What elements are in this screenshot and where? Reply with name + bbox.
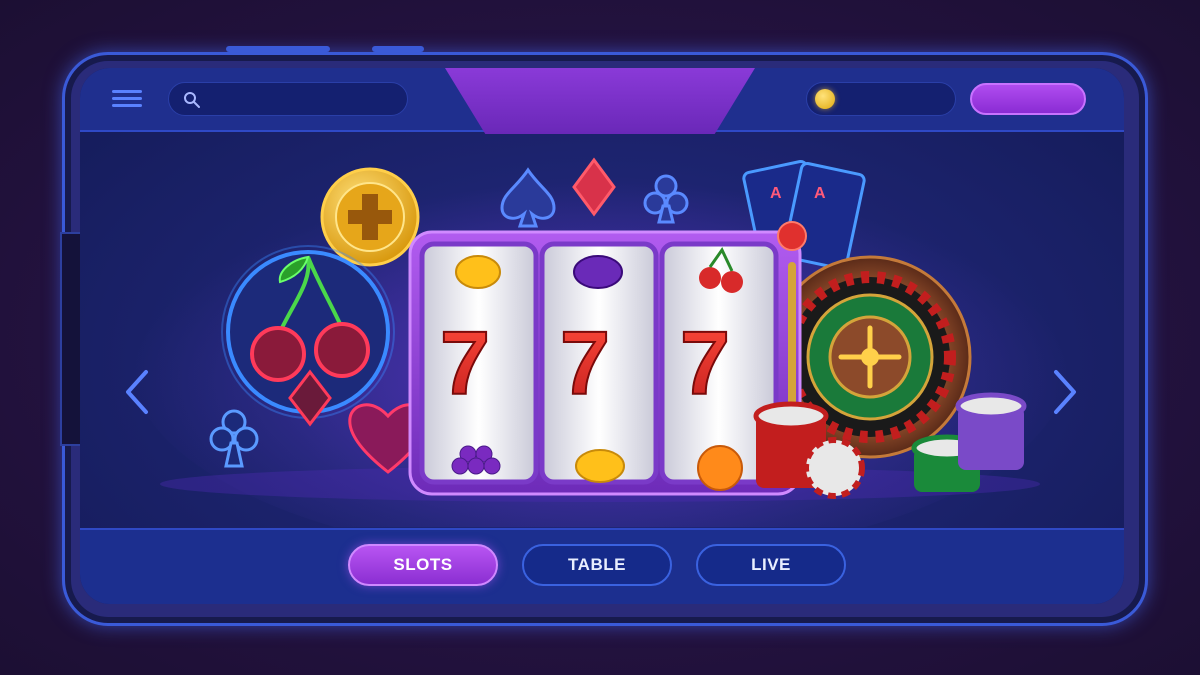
chevron-right-icon — [1054, 370, 1076, 414]
coin-balance — [806, 82, 956, 116]
search-icon — [184, 92, 200, 108]
svg-text:7: 7 — [440, 314, 490, 414]
hero-banner: A A 7 7 7 — [80, 132, 1124, 562]
category-tab-bar: SLOTS TABLE LIVE — [80, 528, 1124, 604]
card-rank-right: A — [814, 185, 826, 202]
tab-slots[interactable]: SLOTS — [348, 544, 498, 586]
phone-volume-button-2 — [372, 46, 424, 52]
search-bar[interactable] — [168, 82, 408, 116]
tab-table[interactable]: TABLE — [522, 544, 672, 586]
menu-button[interactable] — [110, 86, 144, 112]
header-notch — [445, 68, 755, 134]
next-banner-button[interactable] — [1050, 368, 1080, 416]
tab-live[interactable]: LIVE — [696, 544, 846, 586]
svg-text:7: 7 — [680, 314, 730, 414]
coin-icon — [815, 89, 835, 109]
chevron-left-icon — [126, 370, 148, 414]
slot-machine: 7 7 7 — [408, 221, 807, 496]
hamburger-menu-icon — [112, 90, 142, 93]
prev-banner-button[interactable] — [122, 368, 152, 416]
app-screen: A A 7 7 7 SLOTS TABLE LIVE — [80, 68, 1124, 604]
phone-volume-button-1 — [226, 46, 330, 52]
hero-illustration: A A 7 7 7 — [130, 157, 1070, 562]
svg-text:7: 7 — [560, 314, 610, 414]
search-input[interactable] — [209, 87, 393, 113]
card-rank-left: A — [770, 185, 782, 202]
account-action-button[interactable] — [970, 83, 1086, 115]
